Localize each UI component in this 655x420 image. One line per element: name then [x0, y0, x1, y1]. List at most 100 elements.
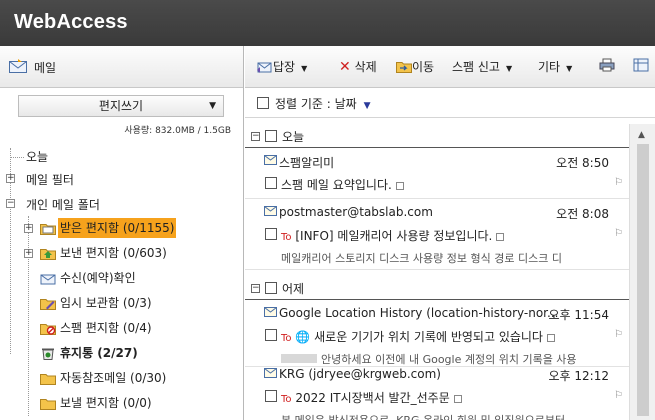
- collapse-icon[interactable]: −: [251, 284, 260, 293]
- view-button[interactable]: [633, 58, 649, 76]
- top-bar: WebAccess: [0, 0, 655, 46]
- scrollbar[interactable]: ▲: [629, 124, 655, 420]
- move-button[interactable]: 이동: [396, 58, 434, 76]
- move-label: 이동: [412, 60, 435, 74]
- chevron-down-icon[interactable]: ▼: [566, 64, 572, 73]
- tree-drafts[interactable]: 임시 보관함 (0/3): [60, 293, 152, 313]
- sort-dropdown[interactable]: 정렬 기준 : 날짜 ▼: [275, 95, 370, 112]
- flag-icon[interactable]: ⚐: [614, 390, 623, 401]
- spam-report-button[interactable]: 스팸 신고 ▼: [452, 58, 512, 76]
- group-header-today[interactable]: − 오늘: [245, 124, 629, 148]
- view-layout-icon: [633, 58, 649, 72]
- select-all-checkbox[interactable]: [257, 97, 269, 109]
- tree-personal-folders[interactable]: 개인 메일 폴더: [26, 195, 100, 215]
- globe-icon: 🌐: [295, 330, 311, 344]
- delete-label: 삭제: [354, 60, 377, 74]
- tree-sent[interactable]: 보낸 편지함 (0/603): [60, 243, 167, 263]
- tree-autoref[interactable]: 자동참조메일 (0/30): [60, 368, 166, 388]
- spam-folder-icon: [40, 324, 56, 335]
- delete-button[interactable]: ✕ 삭제: [339, 58, 377, 76]
- trash-icon: [42, 348, 54, 360]
- message-subject-text: 새로운 기기가 위치 기록에 반영되고 있습니다: [314, 330, 543, 344]
- group-checkbox[interactable]: [265, 282, 277, 294]
- message-time: 오후 11:54: [548, 308, 609, 322]
- sort-bar: 정렬 기준 : 날짜 ▼: [245, 88, 655, 118]
- flag-icon[interactable]: ⚐: [614, 228, 623, 239]
- message-sender: 스팸알리미: [279, 156, 335, 170]
- message-subject: To 🌐 새로운 기기가 위치 기록에 반영되고 있습니다: [281, 328, 555, 345]
- list-item[interactable]: KRG (jdryee@krgweb.com) 오후 12:12 To 2022…: [245, 362, 629, 420]
- message-subject-text: 2022 IT시장백서 발간_선주문: [295, 391, 450, 405]
- message-checkbox[interactable]: [265, 228, 277, 240]
- list-item[interactable]: 스팸알리미 오전 8:50 스팸 메일 요약입니다. ⚐: [245, 149, 629, 199]
- receipt-icon: [40, 274, 56, 285]
- mail-icon: [9, 59, 27, 73]
- collapse-icon[interactable]: −: [251, 132, 260, 141]
- mail-section-label: 메일: [34, 61, 57, 75]
- main-panel: 답장 ▼ ✕ 삭제 이동 스팸 신고 ▼ 기타 ▼ 정렬 기준: 날짜 ▼ −…: [245, 46, 655, 420]
- message-list: − 오늘 스팸알리미 오전 8:50 스팸 메일 요약입니다. ⚐ postma…: [245, 124, 629, 420]
- collapse-icon[interactable]: −: [6, 199, 15, 208]
- message-checkbox[interactable]: [265, 329, 277, 341]
- note-icon: [496, 232, 505, 241]
- group-label: 어제: [282, 282, 305, 296]
- message-sender: KRG (jdryee@krgweb.com): [279, 367, 441, 381]
- flag-icon[interactable]: ⚐: [614, 177, 623, 188]
- drafts-icon: [40, 299, 56, 310]
- note-icon: [453, 394, 462, 403]
- expand-icon[interactable]: +: [6, 174, 15, 183]
- envelope-icon: [264, 368, 277, 378]
- tree-today[interactable]: 오늘: [26, 147, 48, 167]
- envelope-icon: [264, 206, 277, 216]
- sort-label: 정렬 기준 : 날짜: [275, 97, 357, 111]
- spam-report-label: 스팸 신고: [452, 60, 500, 74]
- toolbar: 답장 ▼ ✕ 삭제 이동 스팸 신고 ▼ 기타 ▼: [245, 46, 655, 88]
- flag-icon[interactable]: ⚐: [614, 329, 623, 340]
- tree-inbox[interactable]: 받은 편지함 (0/1155): [58, 218, 176, 238]
- scroll-up-icon[interactable]: ▲: [638, 130, 645, 140]
- inbox-folder-icon: [40, 224, 56, 235]
- message-checkbox[interactable]: [265, 390, 277, 402]
- reply-button[interactable]: 답장 ▼: [257, 58, 307, 76]
- print-button[interactable]: [599, 58, 615, 76]
- reply-icon: [257, 62, 272, 73]
- group-checkbox[interactable]: [265, 130, 277, 142]
- left-panel: 메일 편지쓰기 ▼ 사용량: 832.0MB / 1.5GB 오늘 + 메일 필…: [0, 46, 244, 420]
- compose-button[interactable]: 편지쓰기 ▼: [18, 95, 224, 117]
- chevron-down-icon[interactable]: ▼: [301, 64, 307, 73]
- tree-trash[interactable]: 휴지통 (2/27): [60, 343, 138, 363]
- other-button[interactable]: 기타 ▼: [538, 58, 572, 76]
- chevron-down-icon: ▼: [209, 101, 216, 111]
- note-icon: [546, 333, 555, 342]
- to-tag: To: [281, 394, 292, 405]
- message-time: 오후 12:12: [548, 369, 609, 383]
- message-subject-text: 스팸 메일 요약입니다.: [281, 178, 392, 192]
- tree-receipt[interactable]: 수신(예약)확인: [60, 268, 136, 288]
- tree-spam[interactable]: 스팸 편지함 (0/4): [60, 318, 152, 338]
- scroll-thumb[interactable]: [637, 144, 649, 416]
- group-label: 오늘: [282, 130, 305, 144]
- expand-icon[interactable]: +: [24, 249, 33, 258]
- chevron-down-icon: ▼: [363, 101, 371, 111]
- envelope-icon: [264, 155, 277, 165]
- mail-section-header[interactable]: 메일: [0, 46, 243, 88]
- folder-icon: [40, 399, 56, 410]
- tree-outbox[interactable]: 보낼 편지함 (0/0): [60, 393, 152, 413]
- message-subject: To [INFO] 메일캐리어 사용량 정보입니다.: [281, 227, 505, 244]
- list-item[interactable]: Google Location History (location-histor…: [245, 301, 629, 367]
- reply-label: 답장: [273, 60, 296, 74]
- other-label: 기타: [538, 60, 561, 74]
- message-preview: 메일캐리어 스토리지 디스크 사용량 정보 형식 경로 디스크 디: [281, 252, 562, 265]
- app-title: WebAccess: [14, 11, 128, 33]
- message-checkbox[interactable]: [265, 177, 277, 189]
- list-item[interactable]: postmaster@tabslab.com 오전 8:08 To [INFO]…: [245, 200, 629, 270]
- message-subject: To 2022 IT시장백서 발간_선주문: [281, 389, 462, 406]
- to-tag: To: [281, 333, 292, 344]
- tree-mail-filter[interactable]: 메일 필터: [26, 170, 74, 190]
- group-header-yesterday[interactable]: − 어제: [245, 276, 629, 300]
- message-preview: 본 메일은 발신전용으로, KRG 온라인 회원 및 임직원으로부터: [281, 412, 565, 420]
- chevron-down-icon[interactable]: ▼: [506, 64, 512, 73]
- note-icon: [395, 181, 404, 190]
- expand-icon[interactable]: +: [24, 224, 33, 233]
- message-sender: Google Location History (location-histor…: [279, 306, 559, 320]
